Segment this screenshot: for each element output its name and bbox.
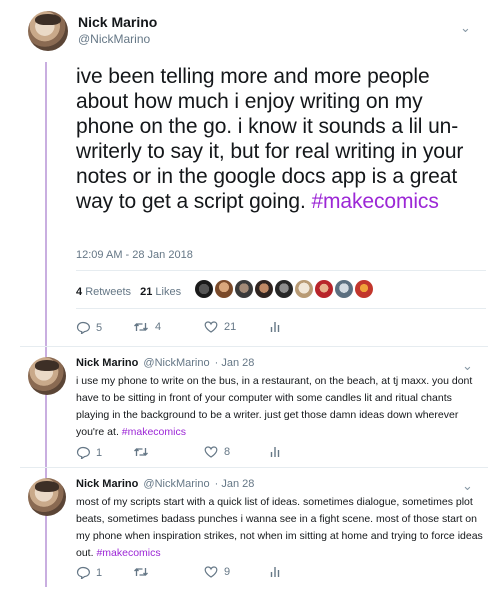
liker-avatar[interactable] (275, 280, 293, 298)
author-handle[interactable]: @NickMarino (143, 357, 209, 369)
reply-icon (76, 446, 90, 459)
divider (20, 467, 488, 468)
retweets-label: Retweets (85, 286, 132, 298)
chevron-down-icon[interactable]: ⌄ (462, 478, 473, 494)
avatar[interactable] (28, 11, 68, 51)
reply-text: most of my scripts start with a quick li… (76, 494, 486, 562)
liker-avatar[interactable] (255, 280, 273, 298)
hashtag-link[interactable]: #makecomics (311, 190, 438, 213)
avatar[interactable] (28, 478, 66, 516)
heart-icon (204, 566, 218, 578)
author-name[interactable]: Nick Marino (78, 14, 157, 30)
analytics-icon (270, 567, 280, 578)
chevron-down-icon[interactable]: ⌄ (462, 358, 473, 374)
liker-avatar[interactable] (335, 280, 353, 298)
like-count: 21 (224, 321, 237, 334)
divider (20, 346, 488, 347)
retweet-icon (134, 323, 148, 332)
heart-icon (204, 446, 218, 458)
likes-label: Likes (155, 286, 182, 298)
reply-count: 1 (96, 566, 103, 579)
retweet-icon (134, 448, 148, 457)
liker-avatar[interactable] (355, 280, 373, 298)
author-name[interactable]: Nick Marino (76, 357, 138, 369)
reply-date[interactable]: · Jan 28 (215, 357, 255, 369)
author-handle[interactable]: @NickMarino (143, 478, 209, 490)
retweet-button[interactable]: 4 (133, 321, 161, 333)
retweet-icon (134, 568, 148, 577)
reply-count: 5 (96, 321, 103, 334)
liker-avatar[interactable] (235, 280, 253, 298)
retweets-count: 4 (76, 286, 83, 298)
avatar[interactable] (28, 357, 66, 395)
divider (76, 308, 486, 309)
like-button[interactable]: 9 (204, 566, 230, 578)
heart-icon (204, 321, 218, 333)
liker-avatar[interactable] (215, 280, 233, 298)
divider (76, 270, 486, 271)
author-name[interactable]: Nick Marino (76, 478, 138, 490)
reply-button[interactable]: 1 (76, 446, 102, 459)
reply-button[interactable]: 1 (76, 566, 102, 579)
reply-text: i use my phone to write on the bus, in a… (76, 373, 486, 441)
engagement-stats: 4 Retweets 21 Likes (76, 286, 181, 298)
like-count: 8 (224, 446, 231, 459)
retweets-stat[interactable]: 4 Retweets (76, 286, 131, 298)
author-handle[interactable]: @NickMarino (78, 32, 150, 46)
analytics-button[interactable] (270, 446, 280, 458)
analytics-button[interactable] (270, 321, 280, 333)
hashtag-link[interactable]: #makecomics (96, 547, 160, 559)
reply-header: Nick Marino @NickMarino · Jan 28 (76, 478, 254, 490)
tweet-text: ive been telling more and more people ab… (76, 64, 486, 214)
liker-avatar[interactable] (295, 280, 313, 298)
likes-stat[interactable]: 21 Likes (140, 286, 181, 298)
hashtag-link[interactable]: #makecomics (122, 426, 186, 438)
reply-button[interactable]: 5 (76, 321, 102, 334)
liker-avatar[interactable] (315, 280, 333, 298)
analytics-icon (270, 447, 280, 458)
likes-count: 21 (140, 286, 153, 298)
retweet-button[interactable] (133, 566, 149, 578)
reply-icon (76, 321, 90, 334)
tweet-timestamp[interactable]: 12:09 AM - 28 Jan 2018 (76, 249, 193, 261)
liker-avatar[interactable] (195, 280, 213, 298)
retweet-count: 4 (155, 321, 162, 334)
reply-header: Nick Marino @NickMarino · Jan 28 (76, 357, 254, 369)
like-button[interactable]: 21 (204, 321, 236, 333)
like-count: 9 (224, 566, 231, 579)
reply-icon (76, 566, 90, 579)
chevron-down-icon[interactable]: ⌄ (460, 20, 471, 36)
retweet-button[interactable] (133, 446, 149, 458)
reply-count: 1 (96, 446, 103, 459)
analytics-icon (270, 322, 280, 333)
analytics-button[interactable] (270, 566, 280, 578)
like-button[interactable]: 8 (204, 446, 230, 458)
reply-date[interactable]: · Jan 28 (215, 478, 255, 490)
